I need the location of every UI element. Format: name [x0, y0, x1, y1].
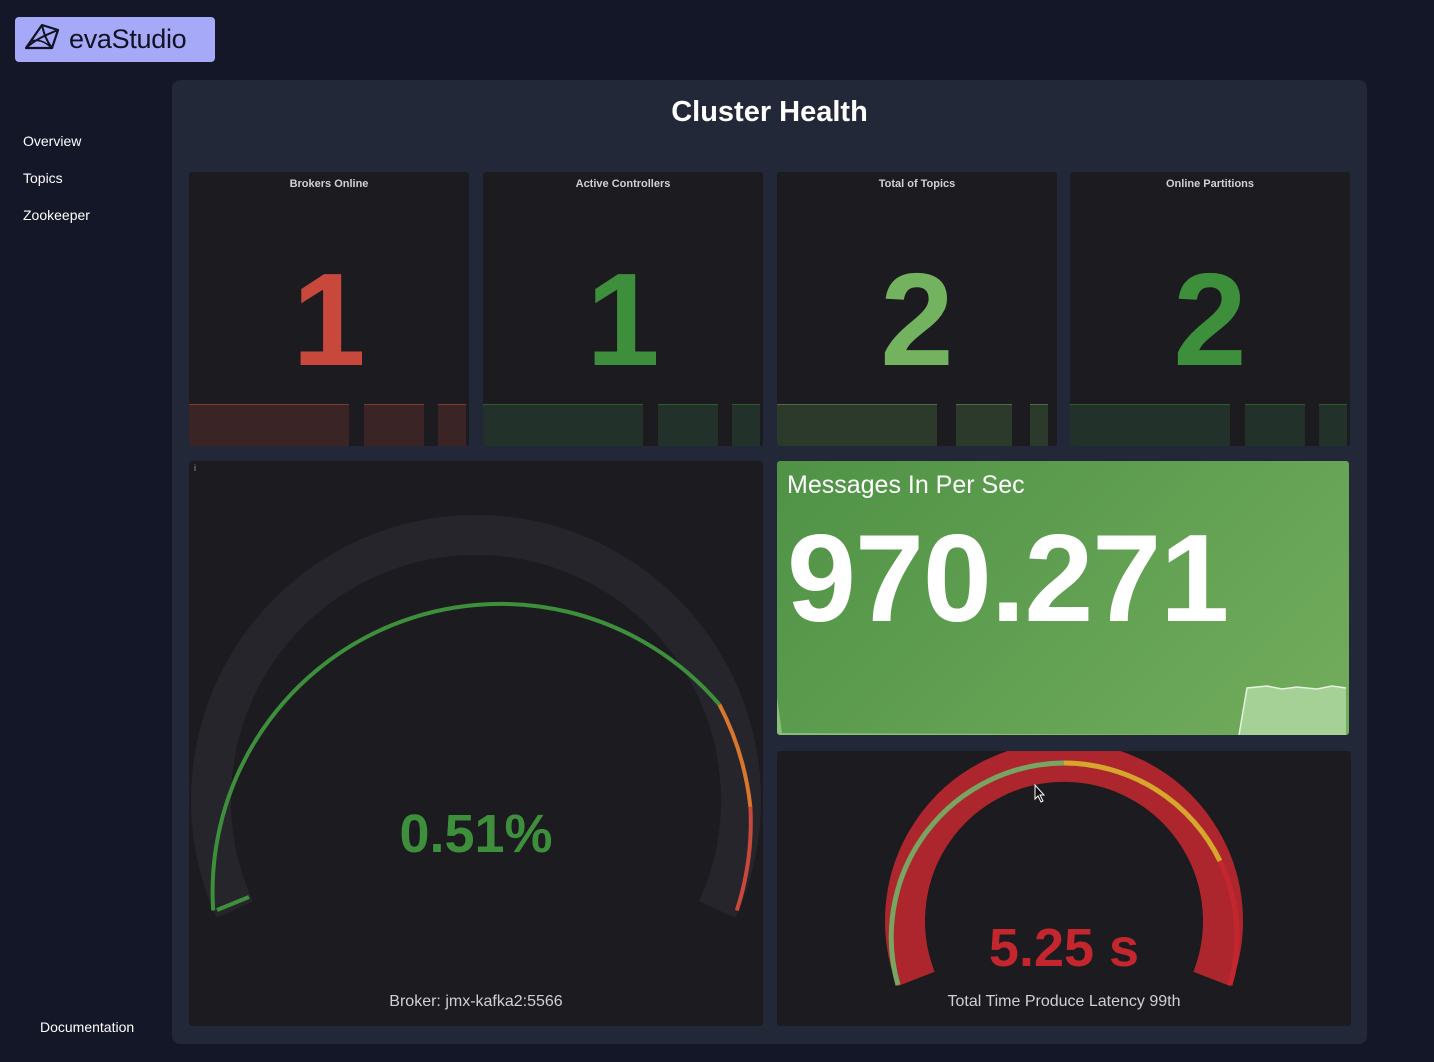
stat-value: 2 [1173, 246, 1247, 393]
stat-value: 1 [586, 246, 660, 393]
latency-gauge-value: 5.25 s [988, 918, 1140, 978]
broker-gauge-card[interactable]: i 0.51% Broker: jmx-kafka2:5566 [189, 461, 763, 1026]
latency-gauge-card[interactable]: 5.25 s Total Time Produce Latency 99th [777, 751, 1351, 1026]
app-root: evaStudio Overview Topics Zookeeper Docu… [0, 0, 1434, 1062]
latency-gauge-caption: Total Time Produce Latency 99th [947, 993, 1181, 1010]
stat-value: 1 [292, 246, 366, 393]
messages-in-title: Messages In Per Sec [787, 471, 1025, 499]
stat-title: Brokers Online [289, 178, 369, 190]
app-logo[interactable]: evaStudio [15, 17, 215, 62]
stat-value: 2 [880, 246, 954, 393]
messages-in-sparkline [777, 685, 1347, 735]
stat-card-online-partitions[interactable]: Online Partitions 2 [1070, 172, 1350, 446]
messages-in-card[interactable]: Messages In Per Sec 970.271 [777, 461, 1349, 735]
sparkline [483, 404, 760, 446]
documentation-link[interactable]: Documentation [40, 1019, 134, 1035]
sidebar-item-topics[interactable]: Topics [23, 170, 63, 186]
app-logo-text: evaStudio [69, 24, 187, 54]
stat-card-active-controllers[interactable]: Active Controllers 1 [483, 172, 763, 446]
stat-card-total-topics[interactable]: Total of Topics 2 [777, 172, 1057, 446]
sidebar-item-overview[interactable]: Overview [23, 133, 81, 149]
broker-gauge-value: 0.51% [399, 804, 553, 864]
stat-title: Online Partitions [1165, 178, 1254, 190]
sidebar-item-zookeeper[interactable]: Zookeeper [23, 207, 90, 223]
stat-card-brokers-online[interactable]: Brokers Online 1 [189, 172, 469, 446]
latency-gauge [885, 751, 1243, 987]
page-title: Cluster Health [671, 96, 868, 128]
broker-gauge-caption: Broker: jmx-kafka2:5566 [389, 993, 563, 1010]
sparkline [777, 404, 1048, 446]
stat-title: Active Controllers [575, 178, 671, 190]
messages-in-value: 970.271 [787, 510, 1229, 648]
sailboat-logo-icon [22, 21, 64, 58]
broker-gauge [191, 515, 761, 918]
sparkline [189, 404, 466, 446]
sparkline [1070, 404, 1347, 446]
stat-title: Total of Topics [878, 178, 956, 190]
